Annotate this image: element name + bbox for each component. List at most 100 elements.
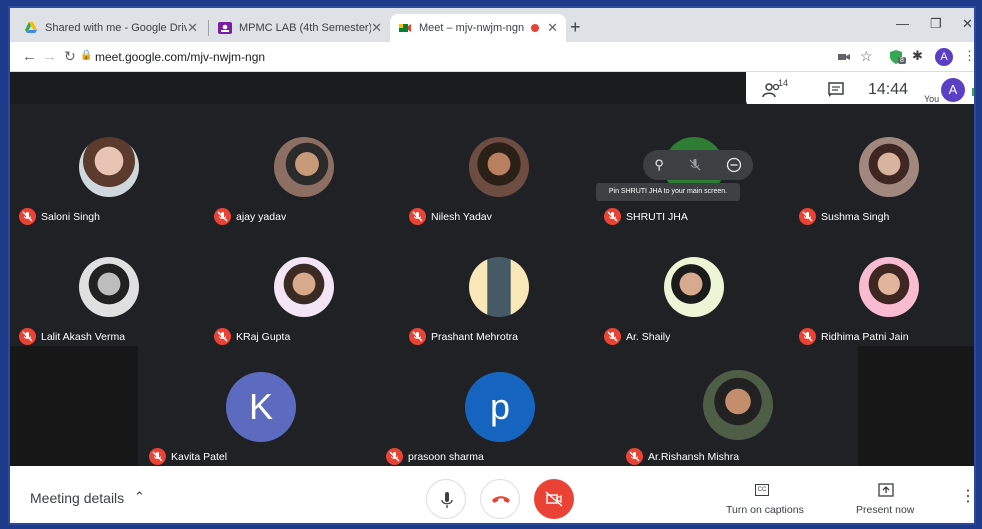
participant-tile[interactable]: Saloni Singh [13, 106, 207, 225]
more-options-icon[interactable]: ⋮ [960, 486, 974, 506]
captions-icon: CC [755, 484, 769, 496]
meeting-details-button[interactable]: Meeting details [30, 490, 124, 506]
hang-up-icon [492, 496, 510, 503]
participant-tile[interactable]: Lalit Akash Verma [13, 226, 207, 345]
reload-icon[interactable]: ↻ [64, 48, 76, 65]
participant-tile[interactable]: Prashant Mehrotra [403, 226, 597, 345]
bookmark-star-icon[interactable]: ☆ [860, 48, 873, 65]
participant-name: Saloni Singh [41, 211, 100, 223]
you-label: You [924, 94, 940, 104]
participant-name: Ar. Shaily [626, 331, 671, 343]
participant-photo [859, 257, 919, 317]
participant-name: KRaj Gupta [236, 331, 291, 343]
participant-name: prasoon sharma [408, 451, 484, 463]
turn-on-captions-button[interactable]: Turn on captions [726, 504, 804, 516]
present-now-button[interactable]: Present now [856, 504, 914, 516]
participant-name: Lalit Akash Verma [41, 331, 126, 343]
microphone-button[interactable] [426, 479, 466, 519]
participant-tile[interactable]: K Kavita Patel [143, 346, 373, 465]
tab-google-drive[interactable]: Shared with me - Google Drive ✕ [16, 14, 206, 42]
mic-off-icon [386, 448, 403, 465]
mic-off-icon [799, 208, 816, 225]
participant-name: Nilesh Yadav [431, 211, 492, 223]
participant-name: ajay yadav [236, 211, 287, 223]
participant-photo [859, 137, 919, 197]
participant-photo [664, 257, 724, 317]
participant-name: Prashant Mehrotra [431, 331, 518, 343]
tile-hover-controls: ⚲ [643, 150, 753, 180]
close-icon[interactable]: ✕ [547, 20, 558, 36]
chevron-up-icon[interactable]: ⌃ [134, 489, 145, 505]
mic-off-icon [604, 208, 621, 225]
forward-icon[interactable]: → [42, 48, 57, 65]
participant-initial-avatar: K [226, 372, 296, 442]
meet-icon [399, 24, 411, 32]
participant-tile[interactable]: Ar. Shaily [598, 226, 792, 345]
address-bar-row: ← → ↻ 🔒 meet.google.com/mjv-nwjm-ngn ☆ 8… [10, 42, 974, 72]
browser-window: Shared with me - Google Drive ✕ MPMC LAB… [8, 6, 976, 525]
back-icon[interactable]: ← [22, 48, 37, 65]
mic-off-icon [19, 328, 36, 345]
remove-icon[interactable] [726, 157, 742, 173]
mic-off-icon [799, 328, 816, 345]
leave-call-button[interactable] [480, 479, 520, 519]
window-close-icon[interactable]: ✕ [962, 16, 973, 32]
chat-icon[interactable] [828, 82, 844, 98]
empty-area [10, 346, 138, 466]
participant-tile[interactable]: KRaj Gupta [208, 226, 402, 345]
camera-off-icon [545, 491, 563, 507]
mic-off-icon[interactable] [687, 157, 703, 173]
self-avatar[interactable]: A [941, 78, 965, 102]
participant-photo [469, 137, 529, 197]
extension-badge: 8 [898, 57, 906, 64]
participant-tile[interactable]: Ar.Rishansh Mishra [620, 346, 850, 465]
mic-off-icon [409, 208, 426, 225]
present-icon [878, 483, 894, 497]
new-tab-button[interactable]: + [570, 17, 581, 38]
participant-name: Ar.Rishansh Mishra [648, 451, 740, 463]
participant-grid: Saloni Singh ajay yadav Nilesh Yadav SHR… [10, 104, 974, 466]
url-field[interactable]: meet.google.com/mjv-nwjm-ngn [95, 50, 265, 64]
participant-photo [703, 370, 773, 440]
participant-count: 14 [778, 78, 789, 88]
mic-off-icon [149, 448, 166, 465]
tab-strip: Shared with me - Google Drive ✕ MPMC LAB… [10, 8, 974, 42]
tab-meet[interactable]: Meet – mjv-nwjm-ngn ✕ [390, 14, 566, 42]
microphone-icon [441, 492, 453, 508]
participant-photo [469, 257, 529, 317]
profile-avatar[interactable]: A [935, 48, 953, 66]
puzzle-icon[interactable]: ✱ [912, 48, 923, 64]
mic-off-icon [214, 328, 231, 345]
participant-name: SHRUTI JHA [626, 211, 688, 223]
classroom-icon [218, 22, 232, 34]
mic-off-icon [626, 448, 643, 465]
participant-tile[interactable]: p prasoon sharma [380, 346, 610, 465]
participant-tile[interactable]: Nilesh Yadav [403, 106, 597, 225]
meet-bottom-bar: Meeting details ⌃ CC Turn on captions Pr… [10, 466, 974, 523]
close-icon[interactable]: ✕ [187, 20, 198, 36]
camera-off-button[interactable] [534, 479, 574, 519]
mic-off-icon [214, 208, 231, 225]
mic-off-icon [409, 328, 426, 345]
participant-photo [274, 137, 334, 197]
clock-time: 14:44 [868, 81, 909, 98]
participant-photo [274, 257, 334, 317]
menu-kebab-icon[interactable]: ⋮ [963, 48, 974, 64]
minimize-icon[interactable]: — [896, 16, 909, 31]
participant-name: Kavita Patel [171, 451, 228, 463]
tab-mpmc-lab[interactable]: MPMC LAB (4th Semester) ECSc ✕ [210, 14, 390, 42]
lock-icon[interactable]: 🔒 [80, 50, 92, 61]
participant-tile[interactable]: Sushma Singh [793, 106, 974, 225]
pin-tooltip: Pin SHRUTI JHA to your main screen. [596, 183, 740, 201]
camera-icon[interactable] [836, 49, 852, 65]
restore-icon[interactable]: ❐ [930, 16, 942, 32]
participant-tile[interactable]: ajay yadav [208, 106, 402, 225]
close-icon[interactable]: ✕ [371, 20, 382, 36]
audio-level-icon [972, 88, 974, 96]
google-drive-icon [25, 22, 37, 33]
tab-title: Shared with me - Google Drive [45, 22, 188, 34]
participant-name: Ridhima Patni Jain [821, 331, 909, 343]
pin-icon[interactable]: ⚲ [654, 157, 664, 173]
participant-photo [79, 137, 139, 197]
participant-tile[interactable]: Ridhima Patni Jain [793, 226, 974, 345]
